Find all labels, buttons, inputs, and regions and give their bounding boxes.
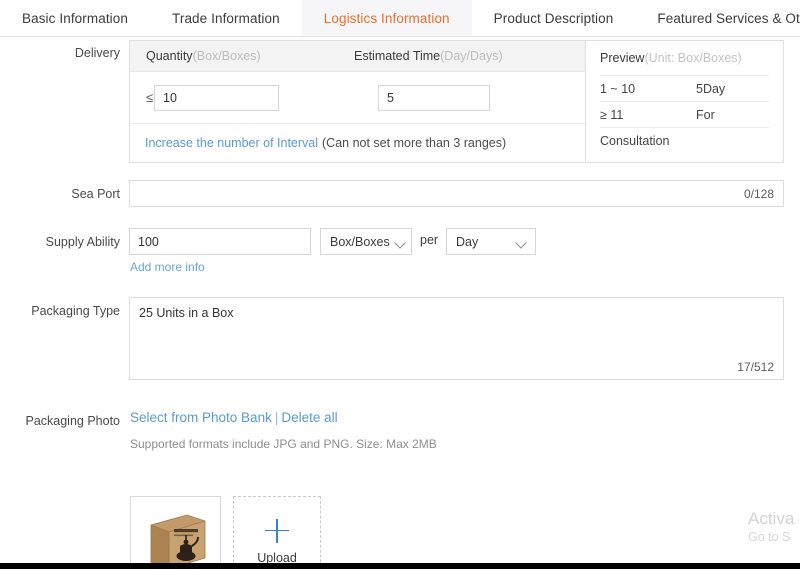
sea-port-input[interactable] <box>130 181 744 206</box>
preview-title: Preview (Unit: Box/Boxes) <box>600 41 769 76</box>
tab-trade-information[interactable]: Trade Information <box>150 0 302 37</box>
packaging-type-value: 25 Units in a Box <box>139 306 234 320</box>
interval-hint: (Can not set more than 3 ranges) <box>322 136 507 150</box>
packaging-photo-format-note: Supported formats include JPG and PNG. S… <box>130 437 437 451</box>
packaging-photo-thumbnail[interactable] <box>130 496 221 569</box>
supply-ability-unit-select[interactable]: Box/Boxes <box>320 228 412 255</box>
link-separator: | <box>274 410 279 425</box>
quantity-title: Quantity <box>146 49 193 63</box>
delete-all-link[interactable]: Delete all <box>281 410 337 425</box>
tab-label: Product Description <box>493 11 614 26</box>
increase-interval-link[interactable]: Increase the number of Interval <box>145 136 318 150</box>
delivery-section: Quantity(Box/Boxes) Estimated Time(Day/D… <box>129 40 784 163</box>
packaging-type-counter: 17/512 <box>737 360 774 374</box>
delivery-label: Delivery <box>74 46 120 60</box>
supply-ability-unit-value: Box/Boxes <box>330 234 390 249</box>
delivery-table-row: ≤ <box>130 72 585 124</box>
tab-label: Logistics Information <box>323 11 450 26</box>
packaging-type-label: Packaging Type <box>31 304 120 318</box>
preview-value-wrapped: Consultation <box>600 134 670 148</box>
preview-row: 1 ~ 10 5Day <box>600 76 769 102</box>
preview-value: For <box>696 107 715 122</box>
tab-label: Basic Information <box>22 11 128 26</box>
supply-ability-period-select[interactable]: Day <box>446 228 536 255</box>
column-header-estimated-time: Estimated Time(Day/Days) <box>354 49 574 63</box>
preview-row: ≥ 11 For <box>600 102 769 128</box>
supply-ability-period-value: Day <box>456 234 479 249</box>
estimated-time-title: Estimated Time <box>354 49 441 63</box>
packaging-photo-thumbnail-wrapper: Dapper (1).jpg <box>130 496 221 569</box>
tab-basic-information[interactable]: Basic Information <box>0 0 150 37</box>
delivery-table: Quantity(Box/Boxes) Estimated Time(Day/D… <box>129 40 586 163</box>
quantity-unit: (Box/Boxes) <box>192 49 261 63</box>
bottom-black-bar <box>0 563 800 569</box>
add-more-info-link[interactable]: Add more info <box>130 260 205 274</box>
logistics-information-page: Basic Information Trade Information Logi… <box>0 0 800 569</box>
packaging-photo-label: Packaging Photo <box>25 414 120 428</box>
select-from-photo-bank-link[interactable]: Select from Photo Bank <box>130 410 272 425</box>
product-edit-tabs: Basic Information Trade Information Logi… <box>0 0 800 37</box>
preview-range: 1 ~ 10 <box>600 81 636 96</box>
tab-label: Featured Services & Others <box>657 11 800 26</box>
delivery-estimated-time-input[interactable] <box>378 84 490 111</box>
tab-featured-services-others[interactable]: Featured Services & Others <box>635 0 800 37</box>
chevron-down-icon <box>396 239 403 245</box>
sea-port-field[interactable]: 0/128 <box>129 180 784 207</box>
delivery-quantity-input[interactable] <box>154 84 279 111</box>
preview-range: ≥ 11 <box>600 107 624 122</box>
delivery-table-header: Quantity(Box/Boxes) Estimated Time(Day/D… <box>130 41 585 72</box>
tab-product-description[interactable]: Product Description <box>472 0 636 37</box>
operator-less-equal-symbol: ≤ <box>146 90 154 105</box>
sea-port-label: Sea Port <box>71 187 120 201</box>
per-word-label: per <box>420 233 439 247</box>
packaging-type-textarea[interactable]: 25 Units in a Box 17/512 <box>129 297 784 380</box>
delivery-table-footer: Increase the number of Interval (Can not… <box>130 124 585 162</box>
supply-ability-input[interactable] <box>129 228 311 255</box>
estimated-time-unit: (Day/Days) <box>440 49 503 63</box>
upload-photo-button[interactable]: Upload <box>233 496 321 569</box>
chevron-down-icon <box>517 239 527 245</box>
packaging-photo-actions: Select from Photo Bank | Delete all <box>130 410 338 425</box>
tab-logistics-information[interactable]: Logistics Information <box>301 0 472 37</box>
cardboard-box-image <box>150 514 205 569</box>
preview-title-text: Preview <box>600 51 645 65</box>
tab-label: Trade Information <box>172 11 280 26</box>
logistics-form: Delivery Quantity(Box/Boxes) Estimated T… <box>0 37 800 569</box>
preview-value: 5Day <box>696 81 726 96</box>
column-header-quantity: Quantity(Box/Boxes) <box>130 49 354 63</box>
plus-icon <box>265 518 289 543</box>
delivery-preview-panel: Preview (Unit: Box/Boxes) 1 ~ 10 5Day ≥ 1… <box>586 40 784 163</box>
supply-ability-label: Supply Ability <box>45 235 120 249</box>
sea-port-counter: 0/128 <box>743 186 774 201</box>
preview-title-unit: (Unit: Box/Boxes) <box>644 51 742 65</box>
